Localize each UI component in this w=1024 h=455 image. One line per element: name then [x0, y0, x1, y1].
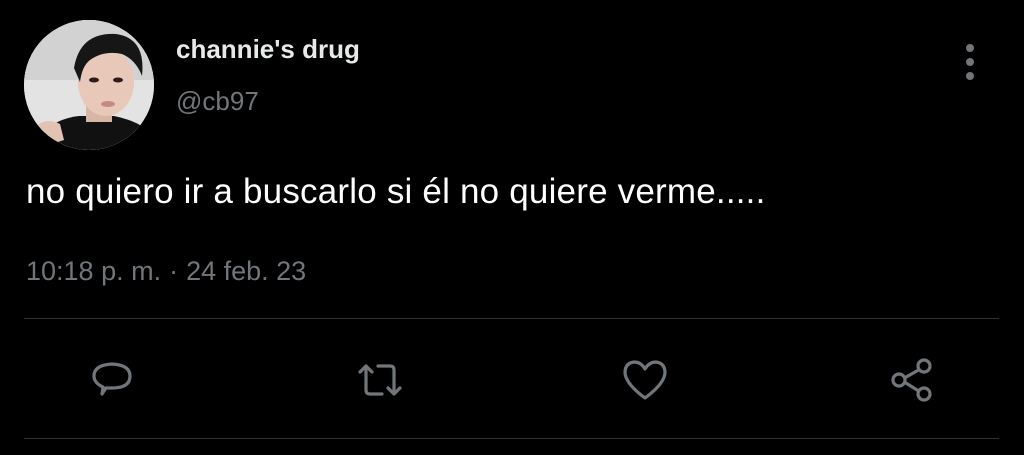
share-nodes-icon — [891, 358, 932, 402]
tweet-detail: channie's drug @cb97 no quiero ir a busc… — [0, 0, 1024, 455]
reply-button[interactable] — [84, 352, 140, 408]
retweet-arrows-icon — [358, 364, 402, 396]
more-options-button[interactable] — [952, 40, 988, 84]
timestamp-separator: · — [169, 256, 179, 286]
divider — [24, 438, 999, 439]
retweet-button[interactable] — [352, 352, 408, 408]
divider — [24, 318, 999, 319]
share-button[interactable] — [884, 352, 940, 408]
speech-bubble-icon — [92, 362, 132, 396]
user-handle[interactable]: @cb97 — [176, 86, 259, 117]
tweet-date: 24 feb. 23 — [186, 256, 307, 286]
like-button[interactable] — [617, 352, 673, 408]
tweet-timestamp[interactable]: 10:18 p. m. · 24 feb. 23 — [26, 256, 306, 287]
avatar[interactable] — [24, 20, 154, 150]
heart-icon — [623, 360, 667, 400]
vertical-ellipsis-icon — [966, 44, 974, 80]
display-name[interactable]: channie's drug — [176, 34, 360, 65]
tweet-text: no quiero ir a buscarlo si él no quiere … — [26, 172, 766, 211]
tweet-time: 10:18 p. m. — [26, 256, 162, 286]
profile-photo-icon — [24, 20, 154, 150]
